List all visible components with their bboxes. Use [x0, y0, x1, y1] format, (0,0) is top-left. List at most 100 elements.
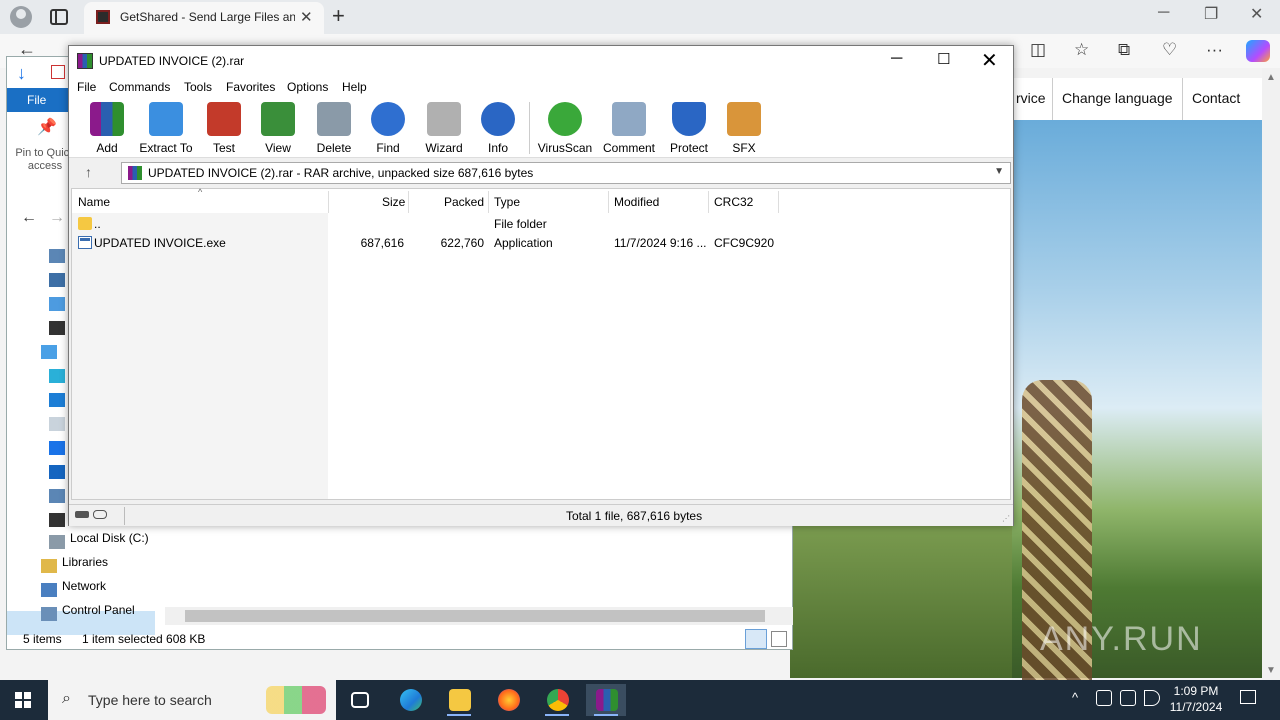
column-type[interactable]: Type — [494, 195, 520, 209]
key-icon[interactable] — [93, 510, 107, 519]
winrar-title-bar[interactable]: UPDATED INVOICE (2).rar ─ ☐ ✕ — [69, 46, 1013, 76]
up-one-level-icon[interactable]: ↑ — [85, 164, 92, 180]
test-button[interactable]: Test — [195, 102, 253, 155]
taskbar-winrar[interactable] — [586, 684, 626, 716]
menu-tools[interactable]: Tools — [184, 80, 212, 94]
browser-essentials-icon[interactable]: ♡ — [1162, 40, 1177, 60]
menu-help[interactable]: Help — [342, 80, 367, 94]
browser-minimize-button[interactable]: ─ — [1158, 4, 1169, 22]
column-divider[interactable] — [408, 191, 409, 213]
details-view-icon[interactable] — [745, 629, 767, 649]
browser-restore-button[interactable]: ❐ — [1204, 4, 1218, 24]
comment-button[interactable]: Comment — [600, 102, 658, 155]
column-divider[interactable] — [488, 191, 489, 213]
column-crc32[interactable]: CRC32 — [714, 195, 753, 209]
taskbar-edge[interactable] — [390, 684, 430, 716]
drive-icon[interactable] — [75, 511, 89, 518]
column-divider[interactable] — [608, 191, 609, 213]
close-button[interactable]: ✕ — [981, 48, 998, 73]
menu-commands[interactable]: Commands — [109, 80, 170, 94]
profile-icon[interactable] — [10, 6, 32, 28]
task-view-button[interactable] — [340, 684, 380, 716]
sfx-button[interactable]: SFX — [715, 102, 773, 155]
delete-button[interactable]: Delete — [305, 102, 363, 155]
favorites-icon[interactable]: ☆ — [1074, 40, 1089, 60]
browser-tab[interactable]: GetShared - Send Large Files and ✕ — [84, 2, 324, 34]
menu-favorites[interactable]: Favorites — [226, 80, 275, 94]
desktop-icon[interactable] — [49, 393, 65, 407]
network-tray-icon[interactable] — [1120, 690, 1136, 706]
table-row[interactable]: UPDATED INVOICE.exe 687,616 622,760 Appl… — [72, 234, 1012, 253]
column-divider[interactable] — [708, 191, 709, 213]
pictures-icon[interactable] — [49, 249, 65, 263]
pictures-tree-icon[interactable] — [49, 489, 65, 503]
extract-to-button[interactable]: Extract To — [137, 102, 195, 155]
security-icon[interactable] — [1096, 690, 1112, 706]
nav-link-service[interactable]: rvice — [1016, 90, 1046, 106]
find-button[interactable]: Find — [359, 102, 417, 155]
tab-actions-icon[interactable] — [50, 9, 68, 25]
videos-tree-icon[interactable] — [49, 513, 65, 527]
chevron-down-icon[interactable]: ▼ — [994, 166, 1004, 177]
taskbar-firefox[interactable] — [488, 684, 528, 716]
tree-item-network[interactable]: Network — [62, 579, 106, 593]
taskbar-file-explorer[interactable] — [439, 684, 479, 716]
column-name[interactable]: Name — [78, 195, 110, 209]
show-hidden-icons-icon[interactable]: ^ — [1072, 690, 1078, 705]
column-size[interactable]: Size — [382, 195, 405, 209]
video-icon[interactable] — [49, 321, 65, 335]
nav-link-contact[interactable]: Contact — [1192, 90, 1240, 106]
copilot-icon[interactable] — [1246, 40, 1270, 62]
nav-link-change-language[interactable]: Change language — [1062, 90, 1173, 106]
maximize-button[interactable]: ☐ — [937, 50, 950, 68]
3d-objects-icon[interactable] — [49, 369, 65, 383]
column-divider[interactable] — [778, 191, 779, 213]
scrollbar-thumb[interactable] — [185, 610, 765, 622]
add-button[interactable]: Add — [78, 102, 136, 155]
view-button[interactable]: View — [249, 102, 307, 155]
scroll-down-icon[interactable]: ▼ — [1266, 665, 1276, 676]
column-divider[interactable] — [328, 191, 329, 213]
page-scrollbar[interactable]: ▲ ▼ — [1262, 68, 1280, 680]
search-folder-icon[interactable] — [49, 297, 65, 311]
tab-close-icon[interactable]: ✕ — [300, 8, 313, 26]
large-icons-view-icon[interactable] — [771, 631, 787, 647]
collections-icon[interactable]: ⧉ — [1118, 40, 1130, 60]
browser-close-button[interactable]: ✕ — [1250, 4, 1263, 24]
properties-icon[interactable] — [51, 65, 65, 79]
protect-button[interactable]: Protect — [660, 102, 718, 155]
tree-item-control-panel[interactable]: Control Panel — [62, 603, 135, 617]
minimize-button[interactable]: ─ — [891, 50, 902, 68]
more-options-icon[interactable]: ··· — [1206, 40, 1223, 60]
resize-grip-icon[interactable]: ⋰ — [1002, 514, 1010, 523]
taskbar-chrome[interactable] — [537, 684, 577, 716]
explorer-file-tab[interactable]: File — [7, 88, 71, 112]
scroll-up-icon[interactable]: ▲ — [1266, 72, 1276, 83]
music-icon[interactable] — [49, 465, 65, 479]
taskbar-search-box[interactable]: ⌕ Type here to search — [48, 680, 336, 720]
horizontal-scrollbar[interactable] — [165, 607, 793, 625]
pin-to-quick-access-button[interactable]: 📌 Pin to Quick access — [15, 120, 75, 173]
puzzle-icon[interactable] — [49, 273, 65, 287]
tree-item-local-disk[interactable]: Local Disk (C:) — [70, 531, 149, 545]
column-modified[interactable]: Modified — [614, 195, 659, 209]
documents-icon[interactable] — [49, 417, 65, 431]
this-pc-icon[interactable] — [41, 345, 57, 359]
start-button[interactable] — [0, 680, 48, 720]
archive-path-combobox[interactable]: UPDATED INVOICE (2).rar - RAR archive, u… — [121, 162, 1011, 184]
notification-icon[interactable] — [1240, 690, 1256, 704]
system-clock[interactable]: 1:09 PM 11/7/2024 — [1166, 683, 1226, 715]
new-tab-button[interactable]: + — [332, 3, 345, 29]
menu-file[interactable]: File — [77, 80, 96, 94]
menu-options[interactable]: Options — [287, 80, 328, 94]
explorer-back-icon[interactable]: ← — [21, 209, 37, 227]
wizard-button[interactable]: Wizard — [415, 102, 473, 155]
virusscan-button[interactable]: VirusScan — [536, 102, 594, 155]
downloads-tree-icon[interactable] — [49, 441, 65, 455]
volume-icon[interactable] — [1144, 690, 1160, 706]
table-row[interactable]: .. File folder — [72, 215, 1012, 234]
tree-item-libraries[interactable]: Libraries — [62, 555, 108, 569]
split-screen-icon[interactable]: ◫ — [1030, 40, 1046, 60]
info-button[interactable]: Info — [469, 102, 527, 155]
column-packed[interactable]: Packed — [444, 195, 484, 209]
